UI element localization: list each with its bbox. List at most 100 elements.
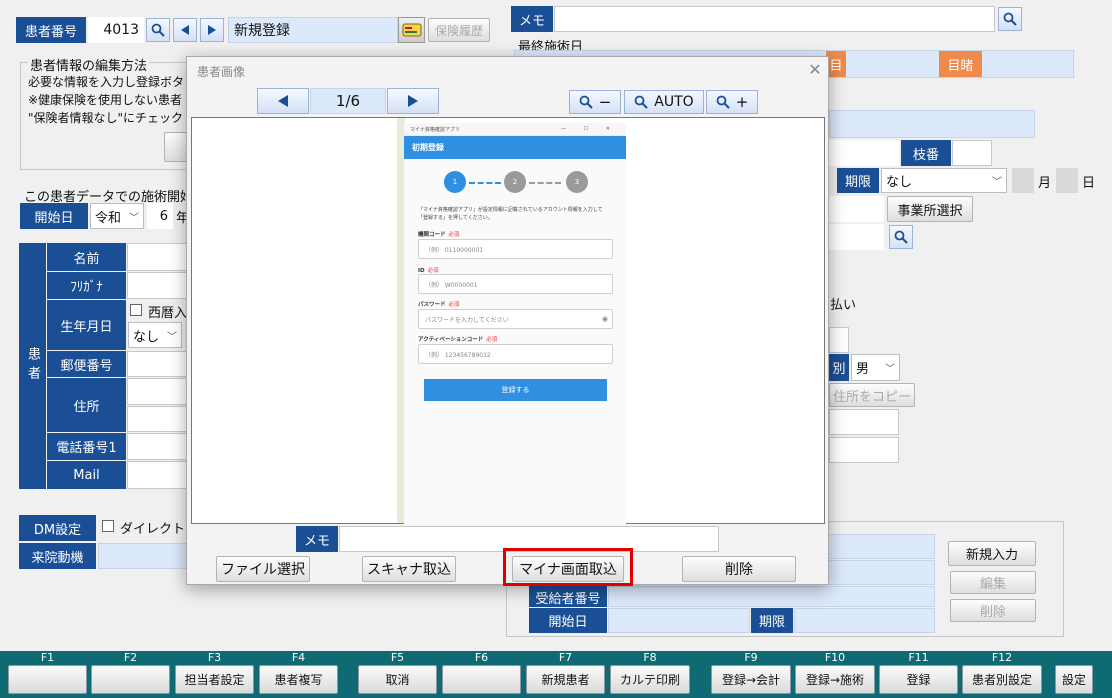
image-viewer[interactable]: マイナ資格確認アプリ — ☐ ✕ 初期登録 1 2 3 「マイナ資格確認アプリ」が… — [191, 117, 825, 524]
fkey-f6: F6 — [442, 651, 521, 698]
name-input[interactable] — [127, 243, 187, 271]
birth-label: 生年月日 — [47, 300, 126, 350]
zoom-auto-button[interactable]: AUTO — [624, 90, 704, 114]
copy-address-button[interactable]: 住所をコピー — [829, 383, 915, 407]
cancel-button[interactable]: 取消 — [358, 665, 437, 694]
prev-patient-button[interactable] — [173, 18, 197, 42]
fkey-f2: F2 — [91, 651, 170, 698]
office-select-button[interactable]: 事業所選択 — [887, 196, 973, 222]
visit-motive-field[interactable] — [98, 543, 188, 569]
close-icon[interactable]: ✕ — [806, 59, 824, 79]
triangle-right-icon — [408, 95, 418, 107]
phone-header: 初期登録 — [404, 136, 626, 159]
right-field-6[interactable] — [829, 437, 899, 463]
new-entry-button[interactable]: 新規入力 — [948, 541, 1036, 566]
patient-settings-button[interactable]: 患者別設定 — [962, 665, 1042, 694]
fkey-f5: F5 取消 — [358, 651, 437, 698]
scanner-import-button[interactable]: スキャナ取込 — [362, 556, 456, 582]
gender-tag: 別 — [829, 354, 849, 381]
recipient-limit-field[interactable] — [794, 608, 935, 633]
zoom-out-button[interactable]: − — [569, 90, 621, 114]
direct-checkbox[interactable] — [102, 520, 114, 532]
tag-left: 目 — [826, 51, 846, 77]
file-select-button[interactable]: ファイル選択 — [216, 556, 310, 582]
zip-label: 郵便番号 — [47, 351, 126, 377]
patient-image-dialog: 患者画像 ✕ 1/6 − AUTO + マイナ資格確認アプリ — ☐ ✕ 初期登録… — [186, 56, 829, 586]
memo-search-button[interactable] — [998, 7, 1022, 31]
recipient-delete-button[interactable]: 削除 — [950, 599, 1036, 622]
period-label: 期限 — [837, 168, 879, 193]
fkey-f12: F12 患者別設定 — [962, 651, 1042, 698]
search-icon — [1003, 12, 1017, 26]
year-input[interactable]: 6 — [147, 203, 173, 229]
copy-patient-button[interactable]: 患者複写 — [259, 665, 338, 694]
new-patient-button[interactable]: 新規患者 — [526, 665, 605, 694]
patient-no-field[interactable]: 4013 — [88, 17, 144, 43]
kana-input[interactable] — [127, 272, 187, 299]
print-chart-button[interactable]: カルテ印刷 — [610, 665, 690, 694]
register-accounting-button[interactable]: 登録→会計 — [711, 665, 791, 694]
insurance-card-icon — [402, 23, 421, 37]
direct-label: ダイレクト — [120, 522, 186, 537]
branch-input[interactable] — [952, 140, 992, 166]
month-input[interactable] — [1012, 168, 1034, 193]
fkey-f11: F11 登録 — [879, 651, 958, 698]
settings-button[interactable]: 設定 — [1055, 665, 1093, 694]
field3-input: パスワードを入力してください ◉ — [418, 309, 613, 329]
step-connector-2 — [529, 182, 561, 184]
insurance-card-button[interactable] — [398, 17, 425, 43]
fkey-f1: F1 — [8, 651, 87, 698]
recipient-start-field[interactable] — [608, 608, 750, 633]
search-icon — [151, 23, 165, 37]
zip-input[interactable] — [127, 351, 187, 377]
zoom-in-button[interactable]: + — [706, 90, 758, 114]
address1-input[interactable] — [127, 378, 187, 405]
branch-label: 枝番 — [901, 140, 951, 166]
right-field-2[interactable] — [829, 140, 899, 166]
edit-method-line2: ※健康保険を使用しない患者 — [28, 93, 183, 107]
recipient-limit-label: 期限 — [751, 608, 793, 633]
chevron-down-icon: ﹀ — [885, 364, 895, 375]
mail-input[interactable] — [127, 461, 187, 489]
western-checkbox[interactable] — [130, 304, 142, 316]
step-connector-1 — [469, 182, 501, 184]
phone1-label: 電話番号1 — [47, 433, 126, 460]
patient-search-button[interactable] — [146, 18, 170, 42]
f1-button[interactable] — [8, 665, 87, 694]
field1-label: 機関コード 必須 — [418, 232, 460, 238]
f6-button[interactable] — [442, 665, 521, 694]
triangle-left-icon — [278, 95, 288, 107]
next-page-button[interactable] — [387, 88, 439, 114]
page-indicator: 1/6 — [310, 88, 386, 114]
recipient-no-label: 受給者番号 — [529, 586, 607, 607]
edit-button[interactable]: 編集 — [950, 571, 1036, 594]
register-treatment-button[interactable]: 登録→施術 — [795, 665, 875, 694]
era-select[interactable]: 令和 ﹀ — [90, 203, 144, 229]
right-field-1[interactable] — [829, 110, 1035, 138]
function-key-bar: F1 F2 F3 担当者設定 F4 患者複写 F5 取消 F6 F7 新規患者 F8 カル… — [0, 651, 1112, 698]
office-input[interactable] — [829, 196, 884, 222]
f2-button[interactable] — [91, 665, 170, 694]
recipient-no-field[interactable] — [608, 586, 935, 607]
next-patient-button[interactable] — [200, 18, 224, 42]
gender-select[interactable]: 男 ﹀ — [851, 354, 900, 381]
right-field-4[interactable] — [829, 327, 849, 353]
memo-input[interactable] — [554, 6, 995, 32]
right-field-3[interactable] — [829, 224, 884, 250]
mail-label: Mail — [47, 461, 126, 489]
fkey-f8: F8 カルテ印刷 — [610, 651, 690, 698]
myna-import-button[interactable]: マイナ画面取込 — [512, 556, 624, 582]
period-select[interactable]: なし ﹀ — [881, 168, 1007, 193]
right-search-button[interactable] — [889, 225, 913, 249]
phone1-input[interactable] — [127, 433, 187, 460]
register-button[interactable]: 登録 — [879, 665, 958, 694]
day-input[interactable] — [1056, 168, 1078, 193]
insurance-history-button[interactable]: 保険履歴 — [428, 18, 490, 42]
staff-settings-button[interactable]: 担当者設定 — [175, 665, 254, 694]
birth-era-select[interactable]: なし ﹀ — [128, 322, 182, 348]
address2-input[interactable] — [127, 406, 187, 432]
dialog-delete-button[interactable]: 削除 — [682, 556, 796, 582]
prev-page-button[interactable] — [257, 88, 309, 114]
field3-label: パスワード 必須 — [418, 302, 460, 308]
right-field-5[interactable] — [829, 409, 899, 435]
